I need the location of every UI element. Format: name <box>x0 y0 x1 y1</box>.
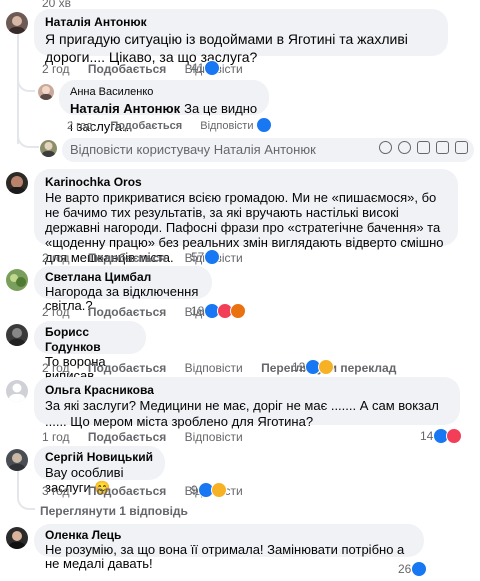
comment-author[interactable]: Наталія Антонюк <box>45 15 437 30</box>
reply-time[interactable]: 2 год <box>67 120 92 132</box>
haha-reaction-icon <box>210 482 227 498</box>
avatar[interactable] <box>38 84 54 100</box>
reply-button[interactable]: Відповісти <box>185 361 243 375</box>
avatar[interactable] <box>6 172 28 194</box>
like-button[interactable]: Подобається <box>88 62 166 76</box>
current-user-avatar <box>40 140 57 157</box>
like-reaction-icon <box>411 561 428 577</box>
reaction-count: 12 <box>292 360 306 374</box>
like-reaction-icon <box>204 60 221 76</box>
like-button[interactable]: Подобається <box>88 484 166 498</box>
sticker-icon[interactable] <box>455 141 468 154</box>
reactions-summary[interactable]: 9 <box>191 482 227 498</box>
emoji-icon[interactable] <box>398 141 411 154</box>
reaction-count: 57 <box>191 250 205 264</box>
reply-author[interactable]: Анна Василенко <box>70 85 258 100</box>
gif-icon[interactable] <box>436 141 449 154</box>
reply-mention[interactable]: Наталія Антонюк <box>70 101 180 116</box>
like-button[interactable]: Подобається <box>88 361 166 375</box>
comment-author[interactable]: Оленка Лець <box>45 528 413 543</box>
comment-text: За які заслуги? Медицини не має, доріг н… <box>45 398 439 429</box>
comment-time[interactable]: 2 год <box>42 62 70 76</box>
thread-connector <box>17 78 35 92</box>
haha-reaction-icon <box>318 359 335 375</box>
reactions-summary[interactable]: 18 <box>191 303 247 319</box>
like-button[interactable]: Подобається <box>110 120 182 132</box>
avatar[interactable] <box>6 380 28 402</box>
comment-author[interactable]: Ольга Красникова <box>45 383 449 398</box>
comment-author[interactable]: Светлана Цимбал <box>45 270 201 285</box>
angry-reaction-icon <box>230 303 247 319</box>
comment-time[interactable]: 1 год <box>42 430 70 444</box>
comment-text: Я пригадую ситуацію із водоймами в Яготи… <box>45 31 408 65</box>
comment-time[interactable]: 2 год <box>42 305 70 319</box>
comment-time[interactable]: 3 год <box>42 484 70 498</box>
reply-button[interactable]: Відповісти <box>200 120 253 132</box>
love-reaction-icon <box>446 428 463 444</box>
comment-actions: 2 год Подобається Відповісти Переглянути… <box>42 361 411 375</box>
avatar[interactable] <box>6 269 28 291</box>
comment-bubble: Борисс Годунков То ворона виписав.. <box>34 321 146 383</box>
reply-placeholder: Відповісти користувачу Наталія Антонюк <box>70 142 316 157</box>
reply-bubble: Анна Василенко Наталія Антонюк За це видн… <box>59 80 269 134</box>
thread-line <box>17 470 19 496</box>
reply-input[interactable]: Відповісти користувачу Наталія Антонюк <box>62 138 474 162</box>
avatar[interactable] <box>6 449 28 471</box>
reaction-count: 41 <box>191 61 205 75</box>
comment-bubble: Ольга Красникова За які заслуги? Медицин… <box>34 377 460 429</box>
thread-connector <box>17 132 39 148</box>
comment-bubble: Наталія Антонюк Я пригадую ситуацію із в… <box>34 9 448 65</box>
comment-time[interactable]: 2 год <box>42 361 70 375</box>
reaction-count: 14 <box>420 429 434 443</box>
avatar-sticker-icon[interactable] <box>379 141 392 154</box>
avatar[interactable] <box>6 324 28 346</box>
avatar[interactable] <box>6 527 28 549</box>
thread-line <box>17 32 19 144</box>
reactions-summary[interactable]: 12 <box>292 359 335 375</box>
reactions-summary[interactable]: 14 <box>420 428 463 444</box>
comment-actions: 2 год Подобається Відповісти <box>42 62 258 76</box>
like-button[interactable]: Подобається <box>88 430 166 444</box>
comment-time[interactable]: 2 год <box>42 251 70 265</box>
comment-bubble: Karinochka Oros Не варто прикриватися вс… <box>34 169 458 265</box>
thread-connector <box>17 494 35 510</box>
reply-button[interactable]: Відповісти <box>185 430 243 444</box>
camera-icon[interactable] <box>417 141 430 154</box>
comment-text: Не розумію, за що вона її отримала! Замі… <box>45 542 405 571</box>
reactions-summary[interactable] <box>256 117 272 133</box>
like-button[interactable]: Подобається <box>88 251 166 265</box>
reactions-summary[interactable]: 26 <box>398 561 428 577</box>
reply-actions: 2 год Подобається Відповісти <box>67 119 268 133</box>
view-replies-link[interactable]: Переглянути 1 відповідь <box>40 504 188 518</box>
like-reaction-icon <box>204 249 221 265</box>
comment-author[interactable]: Сергій Новицький <box>45 450 154 465</box>
comment-bubble: Оленка Лець Не розумію, за що вона її от… <box>34 524 424 571</box>
like-button[interactable]: Подобається <box>88 305 166 319</box>
reactions-summary[interactable]: 41 <box>191 60 221 76</box>
comment-author[interactable]: Борисс Годунков <box>45 325 135 355</box>
comment-actions: 1 год Подобається Відповісти <box>42 430 258 444</box>
comment-bubble: Сергій Новицький Вау особливі заслуги 😊 <box>34 446 165 495</box>
comment-actions: 2 год Подобається Відповісти <box>42 251 258 265</box>
reaction-count: 18 <box>191 304 205 318</box>
avatar[interactable] <box>6 12 28 34</box>
comment-bubble: Светлана Цимбал Нагорода за відключення … <box>34 266 212 313</box>
reaction-count: 26 <box>398 562 412 576</box>
reaction-count: 9 <box>191 483 198 497</box>
comment-author[interactable]: Karinochka Oros <box>45 175 447 190</box>
reactions-summary[interactable]: 57 <box>191 249 221 265</box>
like-reaction-icon <box>256 117 272 133</box>
